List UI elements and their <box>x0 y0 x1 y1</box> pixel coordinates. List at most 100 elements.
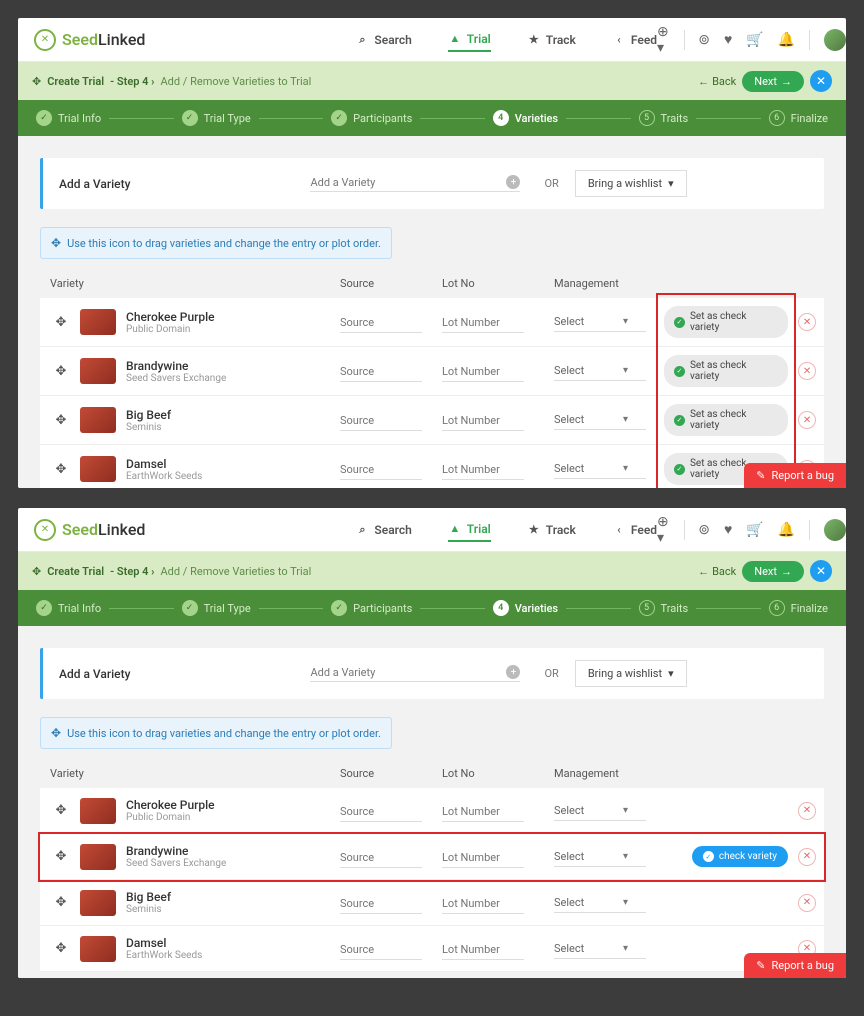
add-variety-input[interactable] <box>310 666 506 679</box>
globe-icon[interactable]: ⊕ ▾ <box>657 514 670 546</box>
report-bug-button[interactable]: ✎Report a bug <box>744 463 846 488</box>
globe-icon[interactable]: ⊕ ▾ <box>657 24 670 56</box>
logo[interactable]: SeedLinked <box>34 29 145 51</box>
add-variety-plus-icon[interactable]: + <box>506 665 520 679</box>
logo[interactable]: SeedLinked <box>34 519 145 541</box>
bell-icon[interactable]: 🔔 <box>778 522 795 538</box>
close-button[interactable]: ✕ <box>810 560 832 582</box>
step-trial-type[interactable]: ✓Trial Type <box>182 600 251 616</box>
delete-row-button[interactable]: ✕ <box>798 313 816 331</box>
step-trial-info[interactable]: ✓Trial Info <box>36 110 101 126</box>
set-check-variety-button[interactable]: ✓Set as check variety <box>664 306 788 338</box>
step-varieties[interactable]: 4Varieties <box>493 110 558 126</box>
nav-search[interactable]: ⌕Search <box>355 518 411 542</box>
body-area: Add a Variety + OR Bring a wishlist▾ ✥ U… <box>18 136 846 488</box>
heart-icon[interactable]: ♥ <box>724 521 732 538</box>
source-input[interactable] <box>340 940 422 960</box>
set-check-variety-button[interactable]: ✓Set as check variety <box>664 404 788 436</box>
source-input[interactable] <box>340 802 422 822</box>
user-menu[interactable]: Bjorn ▾ <box>824 519 846 541</box>
crumb-step: - Step 4 › <box>110 75 154 88</box>
drag-handle-icon[interactable]: ✥ <box>50 364 72 379</box>
user-menu[interactable]: Bjorn ▾ <box>824 29 846 51</box>
hdr-variety: Variety <box>40 767 340 780</box>
help-icon[interactable]: ⊚ <box>698 32 710 48</box>
delete-row-button[interactable]: ✕ <box>798 411 816 429</box>
lot-number-input[interactable] <box>442 313 524 333</box>
step-traits[interactable]: 5Traits <box>639 110 689 126</box>
cart-icon[interactable]: 🛒 <box>746 522 763 538</box>
crumb-path: Add / Remove Varieties to Trial <box>161 565 312 578</box>
step-traits[interactable]: 5Traits <box>639 600 689 616</box>
drag-handle-icon[interactable]: ✥ <box>50 462 72 477</box>
add-variety-input[interactable] <box>310 176 506 189</box>
management-select[interactable]: Select▾ <box>554 893 646 913</box>
set-check-variety-button[interactable]: ✓Set as check variety <box>664 355 788 387</box>
management-select[interactable]: Select▾ <box>554 410 646 430</box>
chevron-down-icon: ▾ <box>623 463 628 474</box>
management-select[interactable]: Select▾ <box>554 312 646 332</box>
management-select[interactable]: Select▾ <box>554 847 646 867</box>
delete-row-button[interactable]: ✕ <box>798 802 816 820</box>
nav-trial[interactable]: ▲Trial <box>448 28 491 52</box>
add-variety-plus-icon[interactable]: + <box>506 175 520 189</box>
management-select[interactable]: Select▾ <box>554 459 646 479</box>
logo-icon <box>34 519 56 541</box>
management-select[interactable]: Select▾ <box>554 801 646 821</box>
back-link[interactable]: ←Back <box>698 565 736 578</box>
drag-handle-icon[interactable]: ✥ <box>50 413 72 428</box>
nav-feed[interactable]: ‹Feed <box>612 518 657 542</box>
lot-number-input[interactable] <box>442 362 524 382</box>
bring-wishlist-button[interactable]: Bring a wishlist▾ <box>575 660 687 687</box>
bell-icon[interactable]: 🔔 <box>778 32 795 48</box>
delete-row-button[interactable]: ✕ <box>798 362 816 380</box>
report-bug-button[interactable]: ✎Report a bug <box>744 953 846 978</box>
step-trial-info[interactable]: ✓Trial Info <box>36 600 101 616</box>
lot-number-input[interactable] <box>442 848 524 868</box>
drag-handle-icon[interactable]: ✥ <box>50 941 72 956</box>
feed-icon: ‹ <box>612 33 626 47</box>
lot-number-input[interactable] <box>442 411 524 431</box>
heart-icon[interactable]: ♥ <box>724 31 732 48</box>
lot-number-input[interactable] <box>442 940 524 960</box>
delete-row-button[interactable]: ✕ <box>798 894 816 912</box>
lot-number-input[interactable] <box>442 802 524 822</box>
management-select[interactable]: Select▾ <box>554 939 646 959</box>
hdr-mgmt: Management <box>554 277 664 290</box>
source-input[interactable] <box>340 313 422 333</box>
lot-number-input[interactable] <box>442 460 524 480</box>
search-icon: ⌕ <box>355 33 369 47</box>
management-select[interactable]: Select▾ <box>554 361 646 381</box>
nav-trial[interactable]: ▲Trial <box>448 518 491 542</box>
step-participants[interactable]: ✓Participants <box>331 110 412 126</box>
source-input[interactable] <box>340 894 422 914</box>
step-participants[interactable]: ✓Participants <box>331 600 412 616</box>
step-trial-type[interactable]: ✓Trial Type <box>182 110 251 126</box>
nav-track[interactable]: ★Track <box>527 28 576 52</box>
drag-handle-icon[interactable]: ✥ <box>50 803 72 818</box>
step-finalize[interactable]: 6Finalize <box>769 600 828 616</box>
drag-handle-icon[interactable]: ✥ <box>50 315 72 330</box>
back-link[interactable]: ←Back <box>698 75 736 88</box>
cart-icon[interactable]: 🛒 <box>746 32 763 48</box>
step-varieties[interactable]: 4Varieties <box>493 600 558 616</box>
crumb-path: Add / Remove Varieties to Trial <box>161 75 312 88</box>
source-input[interactable] <box>340 848 422 868</box>
check-variety-button[interactable]: ✓check variety <box>692 846 788 867</box>
nav-feed[interactable]: ‹Feed <box>612 28 657 52</box>
nav-track[interactable]: ★Track <box>527 518 576 542</box>
source-input[interactable] <box>340 460 422 480</box>
help-icon[interactable]: ⊚ <box>698 522 710 538</box>
source-input[interactable] <box>340 411 422 431</box>
source-input[interactable] <box>340 362 422 382</box>
bring-wishlist-button[interactable]: Bring a wishlist▾ <box>575 170 687 197</box>
drag-handle-icon[interactable]: ✥ <box>50 895 72 910</box>
lot-number-input[interactable] <box>442 894 524 914</box>
next-button[interactable]: Next→ <box>742 71 804 92</box>
drag-handle-icon[interactable]: ✥ <box>50 849 72 864</box>
close-button[interactable]: ✕ <box>810 70 832 92</box>
step-finalize[interactable]: 6Finalize <box>769 110 828 126</box>
nav-search[interactable]: ⌕Search <box>355 28 411 52</box>
delete-row-button[interactable]: ✕ <box>798 848 816 866</box>
next-button[interactable]: Next→ <box>742 561 804 582</box>
